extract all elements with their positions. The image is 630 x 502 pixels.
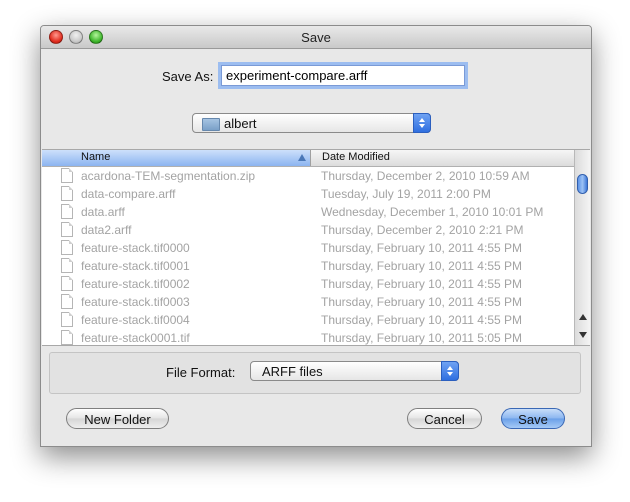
scroll-down-arrow-icon[interactable] [579, 332, 587, 338]
file-format-value: ARFF files [262, 364, 323, 379]
column-header-row: Name Date Modified [42, 150, 574, 167]
date-modified-column-header[interactable]: Date Modified [322, 151, 390, 163]
image-file-icon [61, 330, 73, 345]
file-row[interactable]: feature-stack0001.tif Thursday, February… [42, 329, 574, 345]
save-as-label: Save As: [162, 69, 214, 84]
file-date: Tuesday, July 19, 2011 2:00 PM [321, 187, 491, 201]
file-row[interactable]: feature-stack.tif0002 Thursday, February… [42, 275, 574, 293]
file-date: Wednesday, December 1, 2010 10:01 PM [321, 205, 544, 219]
file-row[interactable]: acardona-TEM-segmentation.zip Thursday, … [42, 167, 574, 185]
file-row[interactable]: feature-stack.tif0003 Thursday, February… [42, 293, 574, 311]
document-icon [61, 240, 73, 255]
file-name: feature-stack.tif0001 [81, 259, 190, 273]
file-name: data-compare.arff [81, 187, 176, 201]
document-icon [61, 312, 73, 327]
title-bar[interactable]: Save [41, 26, 591, 49]
file-row[interactable]: feature-stack.tif0004 Thursday, February… [42, 311, 574, 329]
location-popup-value: albert [224, 116, 257, 131]
document-icon [61, 294, 73, 309]
file-row[interactable]: data2.arff Thursday, December 2, 2010 2:… [42, 221, 574, 239]
name-column-header[interactable]: Name [42, 150, 311, 166]
popup-arrows-icon [413, 113, 431, 133]
location-popup[interactable]: albert [192, 113, 431, 133]
file-name: feature-stack0001.tif [81, 331, 190, 345]
file-row[interactable]: feature-stack.tif0000 Thursday, February… [42, 239, 574, 257]
document-icon [61, 204, 73, 219]
file-date: Thursday, February 10, 2011 4:55 PM [321, 241, 522, 255]
file-name: data.arff [81, 205, 125, 219]
file-name: feature-stack.tif0000 [81, 241, 190, 255]
folder-icon [202, 118, 220, 131]
file-row[interactable]: data.arff Wednesday, December 1, 2010 10… [42, 203, 574, 221]
file-name: feature-stack.tif0004 [81, 313, 190, 327]
file-format-label: File Format: [166, 365, 236, 380]
scrollbar-thumb[interactable] [577, 174, 588, 194]
file-date: Thursday, December 2, 2010 2:21 PM [321, 223, 524, 237]
file-format-popup[interactable]: ARFF files [250, 361, 459, 381]
sort-ascending-icon [298, 154, 306, 161]
new-folder-button[interactable]: New Folder [66, 408, 169, 429]
window-title: Save [301, 30, 331, 45]
file-row[interactable]: feature-stack.tif0001 Thursday, February… [42, 257, 574, 275]
file-date: Thursday, February 10, 2011 4:55 PM [321, 259, 522, 273]
popup-arrows-icon [441, 361, 459, 381]
file-row[interactable]: data-compare.arff Tuesday, July 19, 2011… [42, 185, 574, 203]
scroll-up-arrow-icon[interactable] [579, 314, 587, 320]
file-date: Thursday, February 10, 2011 5:05 PM [321, 331, 522, 345]
file-date: Thursday, December 2, 2010 10:59 AM [321, 169, 530, 183]
file-date: Thursday, February 10, 2011 4:55 PM [321, 277, 522, 291]
file-name: feature-stack.tif0002 [81, 277, 190, 291]
name-column-label: Name [81, 151, 111, 163]
document-icon [61, 222, 73, 237]
save-button[interactable]: Save [501, 408, 565, 429]
zip-file-icon [61, 168, 73, 183]
file-date: Thursday, February 10, 2011 4:55 PM [321, 295, 522, 309]
document-icon [61, 276, 73, 291]
document-icon [61, 186, 73, 201]
file-name: acardona-TEM-segmentation.zip [81, 169, 256, 183]
file-browser: Name Date Modified acardona-TEM-segmenta… [42, 149, 590, 346]
document-icon [61, 258, 73, 273]
file-name: feature-stack.tif0003 [81, 295, 190, 309]
file-name: data2.arff [81, 223, 132, 237]
save-as-field[interactable] [221, 65, 465, 86]
file-list: acardona-TEM-segmentation.zip Thursday, … [42, 167, 574, 345]
cancel-button[interactable]: Cancel [407, 408, 482, 429]
vertical-scrollbar[interactable] [574, 150, 590, 345]
file-date: Thursday, February 10, 2011 4:55 PM [321, 313, 522, 327]
save-dialog: Save Save As: albert Name Date Modified … [40, 25, 592, 447]
